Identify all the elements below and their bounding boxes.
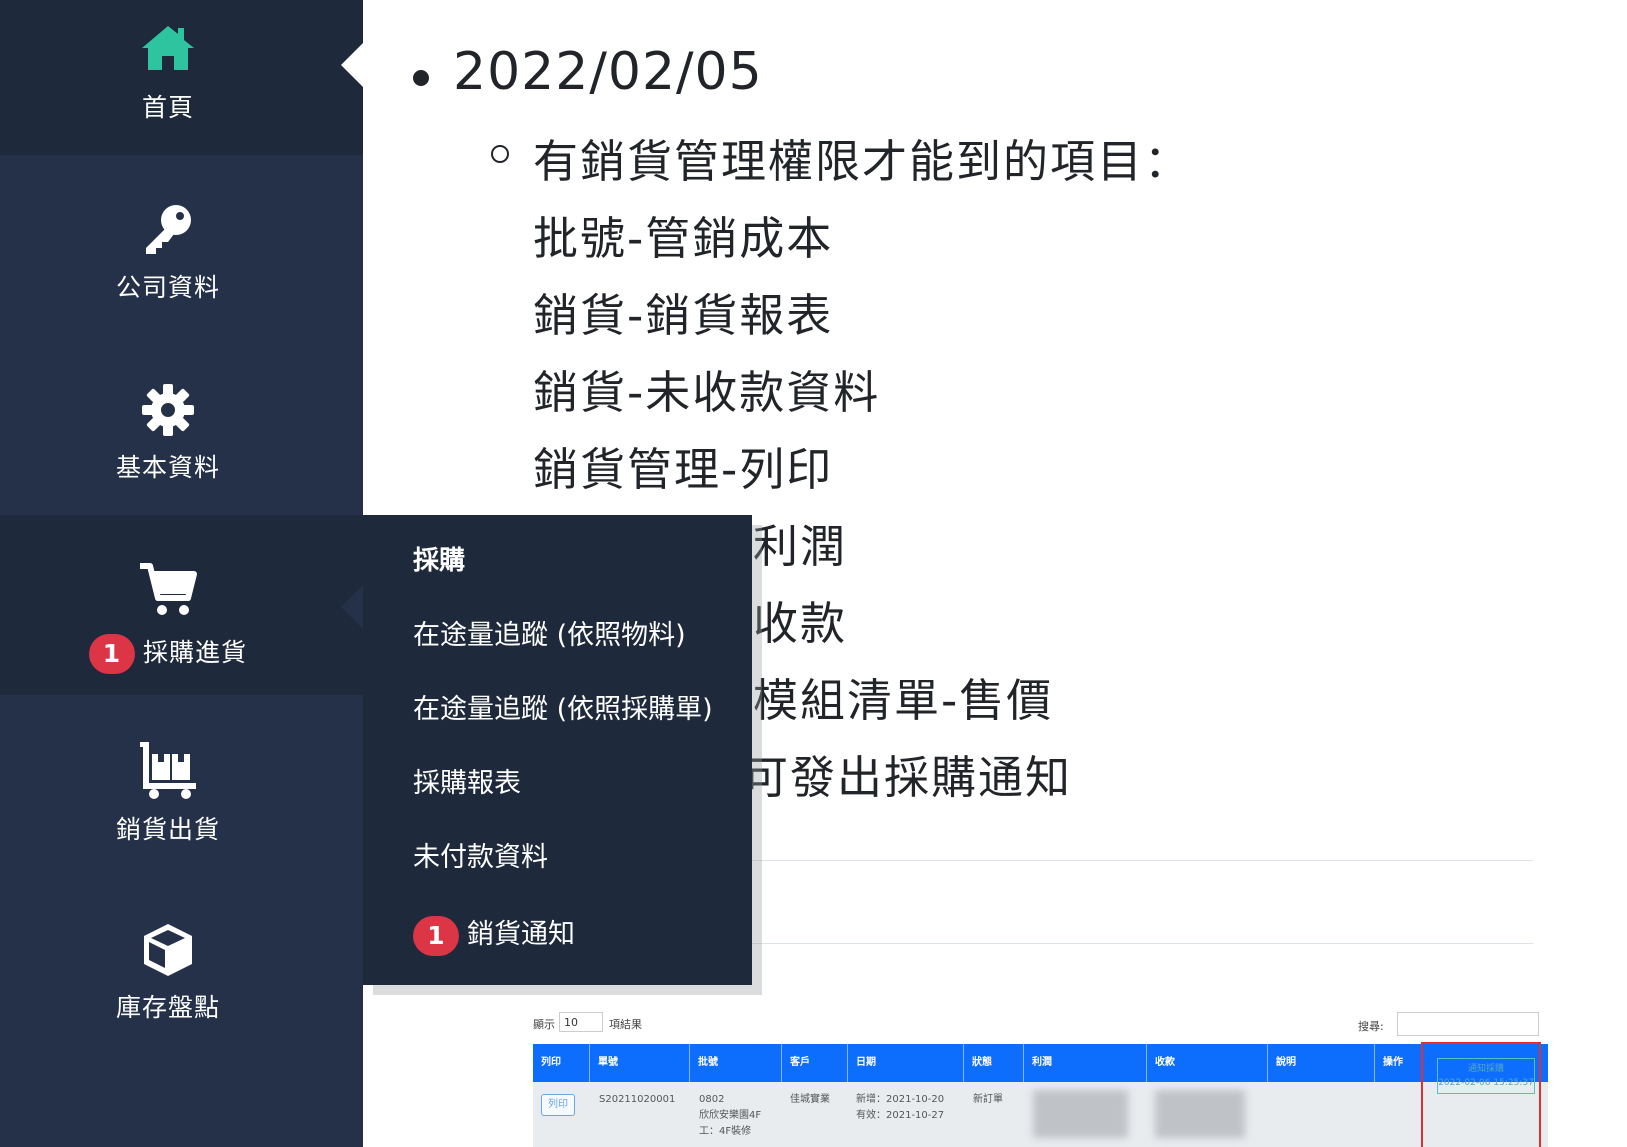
submenu-heading: 採購: [413, 546, 466, 576]
op-label: 通知採購: [1467, 1064, 1504, 1074]
highlight-box: 通知採購 2022-02-06 15:25:37: [1421, 1042, 1541, 1147]
box-icon: [138, 920, 198, 980]
col-header[interactable]: 狀態: [964, 1044, 1024, 1082]
customer: 佳城實業: [790, 1094, 830, 1105]
show-label: 顯示: [533, 1018, 555, 1031]
redacted-profit: [1033, 1090, 1128, 1138]
submenu-item-transit-by-material[interactable]: 在途量追蹤 (依照物料): [413, 613, 686, 652]
print-button[interactable]: 列印: [541, 1094, 575, 1116]
op-time: 2022-02-06 15:25:37: [1438, 1078, 1534, 1088]
page-size-select[interactable]: 10: [559, 1012, 603, 1032]
submenu-item-transit-by-po[interactable]: 在途量追蹤 (依照採購單): [413, 687, 713, 726]
sidebar-item-label-wrap: 1 採購進貨: [0, 633, 336, 674]
purchase-submenu: 採購 在途量追蹤 (依照物料) 在途量追蹤 (依照採購單) 採購報表 未付款資料…: [363, 515, 752, 985]
status: 新訂單: [973, 1094, 1003, 1105]
menu-pointer: [341, 585, 363, 629]
submenu-item-label: 銷貨通知: [467, 919, 575, 950]
batch-line: 欣欣安樂園4F: [699, 1110, 762, 1121]
sidebar-item-label: 首頁: [141, 93, 194, 122]
sidebar-item-label: 採購進貨: [142, 638, 247, 667]
col-header[interactable]: 說明: [1268, 1044, 1375, 1082]
col-header[interactable]: 收款: [1147, 1044, 1268, 1082]
note-line: 模組清單-售價: [753, 674, 1054, 727]
col-header[interactable]: 列印: [533, 1044, 590, 1082]
date-valid: 有效：2021-10-27: [856, 1110, 945, 1121]
active-pointer: [341, 43, 363, 87]
cart-icon: [138, 560, 198, 620]
col-header[interactable]: 單號: [590, 1044, 690, 1082]
col-header[interactable]: 批號: [690, 1044, 782, 1082]
sidebar-item-home[interactable]: 首頁: [0, 0, 363, 155]
note-line: 銷貨管理-列印: [533, 443, 834, 496]
batch-line: 0802: [699, 1094, 725, 1105]
sub-bullet: [491, 145, 509, 163]
notification-badge: 1: [88, 634, 135, 674]
sidebar-item-label: 公司資料: [115, 273, 220, 302]
search-label: 搜尋:: [1358, 1020, 1384, 1033]
col-header[interactable]: 利潤: [1024, 1044, 1147, 1082]
redacted-payment: [1155, 1090, 1245, 1138]
sidebar-item-purchase[interactable]: 1 採購進貨: [0, 515, 363, 695]
sidebar-item-basic[interactable]: 基本資料: [0, 360, 363, 540]
batch-line: 工：4F裝修: [699, 1126, 752, 1137]
key-icon: [138, 200, 198, 260]
notification-badge: 1: [413, 915, 459, 956]
date-created: 新增：2021-10-20: [856, 1094, 945, 1105]
sidebar-item-label: 銷貨出貨: [115, 815, 220, 844]
sidebar-item-inventory[interactable]: 庫存盤點: [0, 900, 363, 1080]
sidebar: 首頁 公司資料 基本資料 1 採購進貨 銷貨出貨 庫存盤點: [0, 0, 363, 1147]
search-input[interactable]: [1397, 1012, 1539, 1036]
notify-purchase-button[interactable]: 通知採購 2022-02-06 15:25:37: [1437, 1058, 1535, 1094]
col-header[interactable]: 客戶: [782, 1044, 848, 1082]
order-no: S20211020001: [599, 1094, 676, 1105]
gear-icon: [138, 380, 198, 440]
table-row: 列印 S20211020001 0802 欣欣安樂園4F 工：4F裝修 佳城實業…: [533, 1082, 1548, 1147]
col-header[interactable]: 日期: [848, 1044, 964, 1082]
note-line: 銷貨-未收款資料: [533, 366, 881, 419]
sidebar-item-sales[interactable]: 銷貨出貨: [0, 720, 363, 900]
note-line: 收款: [753, 597, 848, 650]
submenu-item-purchase-report[interactable]: 採購報表: [413, 761, 521, 800]
results-label: 項結果: [609, 1018, 642, 1031]
sidebar-item-company[interactable]: 公司資料: [0, 180, 363, 360]
sidebar-item-label: 庫存盤點: [115, 993, 220, 1022]
home-icon: [138, 20, 198, 80]
note-line: 利潤: [753, 520, 848, 573]
note-line: 有銷貨管理權限才能到的項目：: [533, 135, 1192, 188]
submenu-item-unpaid[interactable]: 未付款資料: [413, 835, 548, 874]
submenu-item-sales-notice[interactable]: 1 銷貨通知: [413, 912, 575, 956]
note-line: 銷貨-銷貨報表: [533, 289, 834, 342]
entry-date: 2022/02/05: [453, 42, 763, 102]
note-line: 批號-管銷成本: [533, 212, 834, 265]
note-line: 可發出採購通知: [743, 751, 1073, 804]
table-header: 列印 單號 批號 客戶 日期 狀態 利潤 收款 說明 操作: [533, 1044, 1548, 1082]
dolly-icon: [138, 742, 198, 802]
bullet: [413, 70, 429, 86]
sidebar-item-label: 基本資料: [115, 453, 220, 482]
